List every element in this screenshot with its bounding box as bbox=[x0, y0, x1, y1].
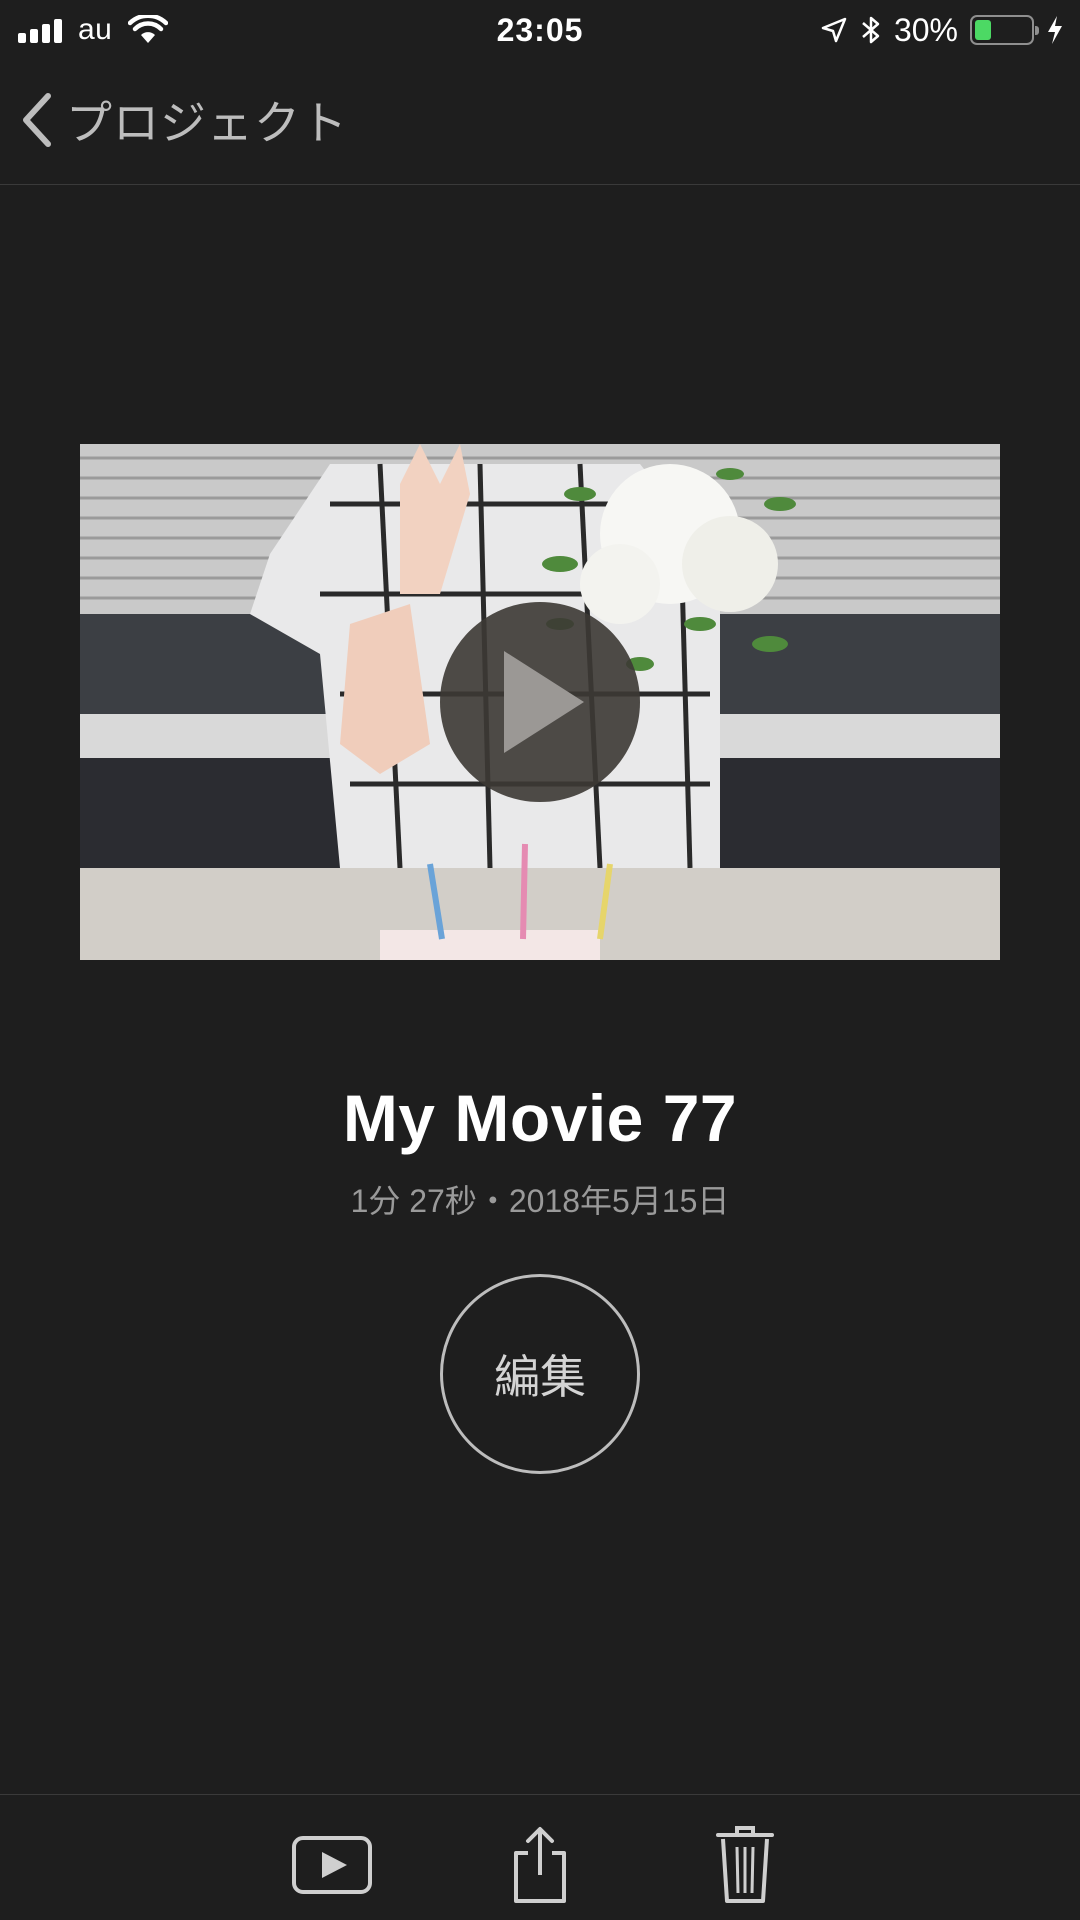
play-video-button[interactable] bbox=[440, 602, 640, 802]
trash-icon bbox=[716, 1826, 774, 1903]
navigation-bar: プロジェクト bbox=[0, 60, 1080, 185]
battery-percent: 30% bbox=[893, 11, 958, 48]
chevron-left-icon bbox=[23, 93, 51, 147]
battery-icon bbox=[970, 15, 1039, 45]
edit-label: 編集 bbox=[494, 1351, 586, 1403]
location-arrow-icon bbox=[821, 17, 847, 43]
bottom-toolbar bbox=[0, 1794, 1080, 1920]
battery-level bbox=[975, 20, 992, 40]
status-right: 30% bbox=[820, 12, 1064, 49]
status-bar: au 23:05 30% bbox=[0, 0, 1080, 60]
carrier-name: au bbox=[78, 13, 113, 46]
edit-button[interactable]: 編集 bbox=[440, 1274, 640, 1474]
back-button[interactable]: プロジェクト bbox=[16, 88, 348, 152]
share-icon bbox=[514, 1827, 566, 1903]
movie-title: My Movie 77 bbox=[342, 1081, 738, 1155]
project-detail-screen: au 23:05 30% プロジェクト My Movie 77 1分 27秒・2… bbox=[0, 0, 1080, 1920]
play-box-icon bbox=[292, 1836, 372, 1894]
charging-bolt-icon bbox=[1048, 16, 1062, 44]
bluetooth-icon bbox=[862, 16, 880, 44]
wifi-icon bbox=[128, 15, 169, 43]
movie-meta: 1分 27秒・2018年5月15日 bbox=[350, 1183, 730, 1219]
play-icon bbox=[504, 651, 584, 753]
status-left: au bbox=[18, 13, 358, 47]
signal-bars-icon bbox=[18, 17, 62, 43]
delete-button[interactable] bbox=[700, 1825, 790, 1905]
play-fullscreen-button[interactable] bbox=[287, 1825, 377, 1905]
share-button[interactable] bbox=[495, 1825, 585, 1905]
back-label: プロジェクト bbox=[66, 97, 348, 149]
